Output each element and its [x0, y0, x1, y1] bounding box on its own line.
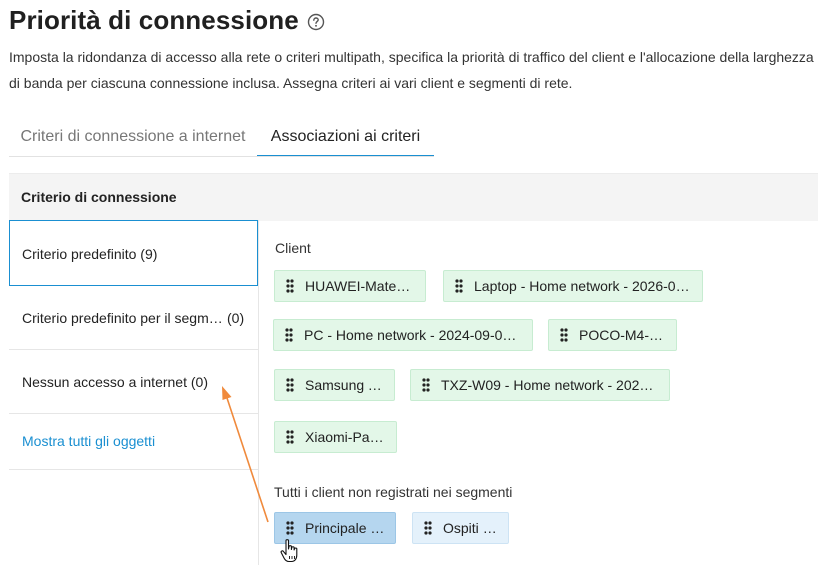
annotation-arrow — [222, 386, 269, 523]
hand-pointer-icon — [280, 539, 298, 563]
